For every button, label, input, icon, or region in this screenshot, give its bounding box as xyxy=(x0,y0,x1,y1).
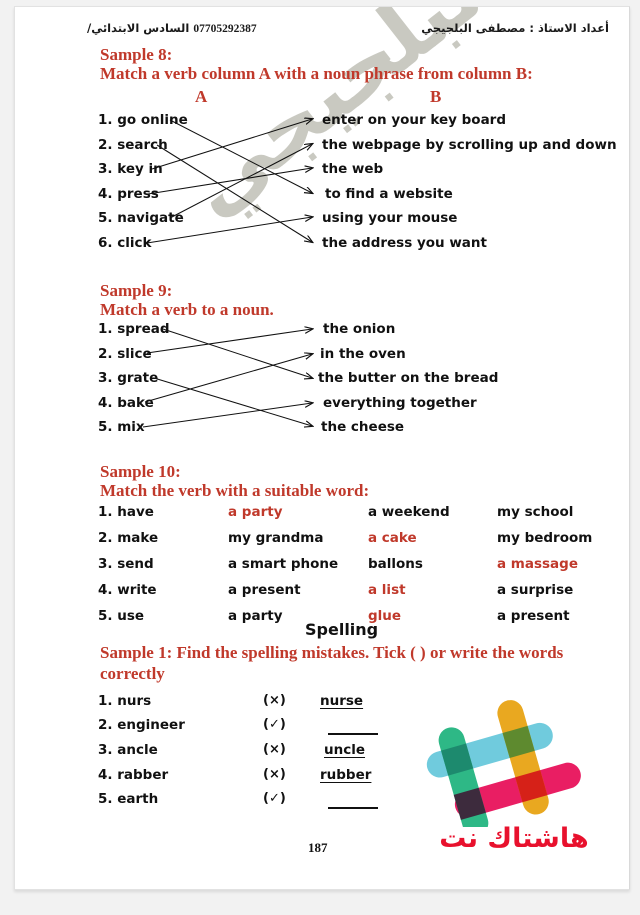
list-item[interactable]: using your mouse xyxy=(322,210,457,226)
spelling-correction[interactable]: rubber xyxy=(320,767,371,783)
list-item[interactable]: 2. search xyxy=(98,137,168,153)
table-row[interactable]: a list xyxy=(368,582,406,598)
table-row[interactable]: my school xyxy=(497,504,573,520)
list-item[interactable]: 4. rabber xyxy=(98,767,168,783)
spelling-blank-line[interactable] xyxy=(328,807,378,809)
list-item[interactable]: 4. press xyxy=(98,186,159,202)
status-badge: (✓) xyxy=(263,717,286,732)
table-row[interactable]: 5. use xyxy=(98,608,144,624)
list-item[interactable]: the butter on the bread xyxy=(318,370,498,386)
table-row[interactable]: a cake xyxy=(368,530,417,546)
sample8-instruction: Match a verb column A with a noun phrase… xyxy=(100,64,533,83)
list-item[interactable]: 1. nurs xyxy=(98,693,151,709)
list-item[interactable]: enter on your key board xyxy=(322,112,506,128)
table-row[interactable]: 3. send xyxy=(98,556,154,572)
table-row[interactable]: a present xyxy=(497,608,570,624)
status-badge: (×) xyxy=(263,767,286,782)
document-page: مصطفى البلجيجي أعداد الاستاذ : مصطفى الب… xyxy=(14,6,630,890)
status-badge: (×) xyxy=(263,693,286,708)
table-row[interactable]: 1. have xyxy=(98,504,154,520)
list-item[interactable]: 3. grate xyxy=(98,370,158,386)
table-row[interactable]: my bedroom xyxy=(497,530,592,546)
spelling-sample-label: Sample 1: xyxy=(100,643,173,662)
status-badge: (✓) xyxy=(263,791,286,806)
spelling-instruction-line2: correctly xyxy=(100,664,165,683)
list-item[interactable]: the webpage by scrolling up and down xyxy=(322,137,617,153)
list-item[interactable]: 5. navigate xyxy=(98,210,184,226)
header-grade: السادس الابتدائي/ xyxy=(87,21,190,35)
table-row[interactable]: a surprise xyxy=(497,582,573,598)
status-badge: (×) xyxy=(263,742,286,757)
header-grade-phone: 07705292387 السادس الابتدائي/ xyxy=(87,21,257,35)
list-item[interactable]: 2. engineer xyxy=(98,717,185,733)
list-item[interactable]: 3. key in xyxy=(98,161,163,177)
list-item[interactable]: 3. ancle xyxy=(98,742,158,758)
table-row[interactable]: 2. make xyxy=(98,530,158,546)
list-item[interactable]: 5. earth xyxy=(98,791,158,807)
screenshot-root: مصطفى البلجيجي أعداد الاستاذ : مصطفى الب… xyxy=(0,0,640,915)
list-item[interactable]: 5. mix xyxy=(98,419,145,435)
table-row[interactable]: 4. write xyxy=(98,582,157,598)
site-logo: هاشتاك نت xyxy=(419,697,609,857)
list-item[interactable]: the address you want xyxy=(322,235,487,251)
list-item[interactable]: the onion xyxy=(323,321,395,337)
spelling-blank-line[interactable] xyxy=(328,733,378,735)
list-item[interactable]: in the oven xyxy=(320,346,406,362)
spelling-instruction-text: Find the spelling mistakes. Tick ( ) or … xyxy=(176,643,564,662)
sample8-column-a-label: A xyxy=(195,87,208,106)
list-item[interactable]: 1. go online xyxy=(98,112,188,128)
list-item[interactable]: 6. click xyxy=(98,235,151,251)
spelling-correction[interactable]: nurse xyxy=(320,693,363,709)
spelling-correction[interactable]: uncle xyxy=(324,742,365,758)
logo-brand-text: هاشتاك نت xyxy=(439,823,589,854)
list-item[interactable]: the cheese xyxy=(321,419,404,435)
page-content: مصطفى البلجيجي أعداد الاستاذ : مصطفى الب… xyxy=(15,7,629,889)
header-author: أعداد الاستاذ : مصطفى البلجيجي xyxy=(421,21,609,35)
list-item[interactable]: the web xyxy=(322,161,383,177)
sample8-title: Sample 8: xyxy=(100,45,173,64)
table-row[interactable]: my grandma xyxy=(228,530,323,546)
sample9-title: Sample 9: xyxy=(100,281,173,300)
list-item[interactable]: 2. slice xyxy=(98,346,152,362)
page-number: 187 xyxy=(308,840,328,855)
list-item[interactable]: 4. bake xyxy=(98,395,154,411)
header-phone: 07705292387 xyxy=(193,23,257,35)
list-item[interactable]: everything together xyxy=(323,395,477,411)
sample10-instruction: Match the verb with a suitable word: xyxy=(100,481,370,500)
table-row[interactable]: ballons xyxy=(368,556,423,572)
sample9-instruction: Match a verb to a noun. xyxy=(100,300,274,319)
spelling-instruction: Sample 1: Find the spelling mistakes. Ti… xyxy=(100,643,563,663)
table-row[interactable]: a weekend xyxy=(368,504,450,520)
hashtag-icon xyxy=(426,700,581,827)
table-row[interactable]: a party xyxy=(228,608,283,624)
table-row[interactable]: a present xyxy=(228,582,301,598)
sample8-column-b-label: B xyxy=(430,87,442,106)
table-row[interactable]: a party xyxy=(228,504,283,520)
list-item[interactable]: to find a website xyxy=(325,186,453,202)
sample10-title: Sample 10: xyxy=(100,462,181,481)
table-row[interactable]: a massage xyxy=(497,556,578,572)
list-item[interactable]: 1. spread xyxy=(98,321,170,337)
table-row[interactable]: a smart phone xyxy=(228,556,338,572)
spelling-section-title: Spelling xyxy=(305,620,379,639)
